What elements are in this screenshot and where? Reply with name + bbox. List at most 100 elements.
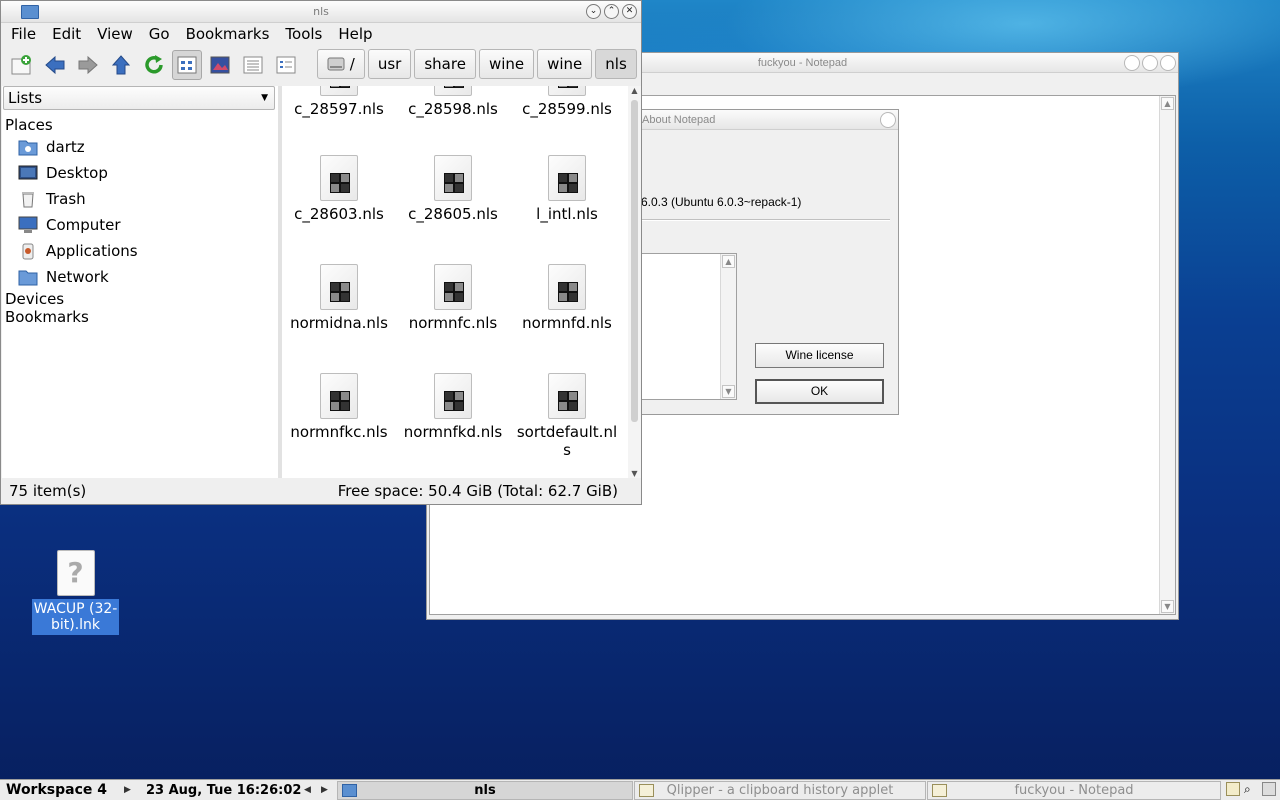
menu-view[interactable]: View (89, 24, 141, 44)
file-item[interactable]: c_28605.nls (396, 155, 510, 223)
thumbnail-view-icon[interactable] (205, 50, 235, 80)
about-separator (641, 219, 890, 221)
nls-file-icon (320, 373, 358, 419)
show-desktop-icon[interactable] (1262, 782, 1276, 796)
devices-header[interactable]: Devices (2, 290, 278, 308)
new-tab-icon[interactable] (7, 50, 37, 80)
menu-file[interactable]: File (3, 24, 44, 44)
place-network[interactable]: Network (2, 264, 278, 290)
file-item[interactable]: c_28599.nls (510, 86, 624, 118)
unknown-file-icon: ? (56, 550, 95, 596)
next-workspace-icon[interactable]: ▶ (124, 785, 131, 795)
file-item[interactable]: normnfkc.nls (282, 373, 396, 441)
file-item[interactable]: l_intl.nls (510, 155, 624, 223)
path-share-button[interactable]: share (414, 49, 476, 79)
path-nls-button[interactable]: nls (595, 49, 637, 79)
up-arrow-icon[interactable] (106, 50, 136, 80)
file-name: normnfkc.nls (290, 423, 388, 441)
status-bar: 75 item(s) Free space: 50.4 GiB (Total: … (2, 479, 641, 503)
file-manager-window[interactable]: nls ⌄ ⌃ ✕ File Edit View Go Bookmarks To… (0, 0, 642, 505)
search-icon[interactable]: ⌕ (1244, 782, 1251, 797)
task-notepad[interactable]: fuckyou - Notepad (927, 781, 1221, 800)
forward-arrow-icon[interactable] (73, 50, 103, 80)
clipboard-tray-icon[interactable] (1226, 782, 1240, 796)
wine-license-button[interactable]: Wine license (755, 343, 884, 368)
notepad-close-button[interactable] (1160, 55, 1176, 71)
desktop-shortcut[interactable]: ? WACUP (32-bit).lnk (32, 550, 119, 635)
scroll-up-icon[interactable]: ▲ (1161, 97, 1174, 110)
file-name: c_28603.nls (294, 205, 384, 223)
file-item[interactable]: normnfd.nls (510, 264, 624, 332)
scroll-down-icon[interactable]: ▼ (628, 469, 641, 478)
menu-help[interactable]: Help (330, 24, 380, 44)
scroll-up-icon[interactable]: ▲ (628, 86, 641, 95)
menu-go[interactable]: Go (141, 24, 178, 44)
notepad-scrollbar[interactable]: ▲ ▼ (1159, 96, 1175, 614)
file-name: c_28597.nls (294, 100, 384, 118)
nls-file-icon (434, 86, 472, 96)
folder-icon (21, 5, 39, 19)
places-header[interactable]: Places (2, 116, 278, 134)
minimize-button[interactable]: ⌄ (586, 4, 601, 19)
file-name: l_intl.nls (536, 205, 598, 223)
place-desktop[interactable]: Desktop (2, 160, 278, 186)
file-item[interactable]: normnfkd.nls (396, 373, 510, 441)
path-usr-button[interactable]: usr (367, 49, 412, 79)
menubar: File Edit View Go Bookmarks Tools Help (1, 24, 641, 44)
file-name: normnfkd.nls (403, 423, 503, 441)
about-list-scrollbar[interactable]: ▲ ▼ (720, 254, 736, 399)
place-home[interactable]: dartz (2, 134, 278, 160)
file-view-scrollbar[interactable]: ▲ ▼ (628, 86, 641, 478)
file-item[interactable]: normidna.nls (282, 264, 396, 332)
file-item[interactable]: c_28597.nls (282, 86, 396, 118)
side-pane-mode-label: Lists (8, 89, 43, 107)
file-item[interactable]: c_28598.nls (396, 86, 510, 118)
path-root-button[interactable]: / (317, 49, 365, 79)
maximize-button[interactable]: ⌃ (604, 4, 619, 19)
nls-file-icon (434, 373, 472, 419)
path-wine-button[interactable]: wine (478, 49, 535, 79)
bookmarks-header[interactable]: Bookmarks (2, 308, 278, 326)
file-view[interactable]: c_28597.nls c_28598.nls c_28599.nls c_28… (282, 86, 628, 478)
place-applications[interactable]: Applications (2, 238, 278, 264)
about-credits-list[interactable]: ▲ ▼ (641, 253, 737, 400)
chevron-down-icon: ▼ (261, 93, 268, 103)
prev-arrow-icon[interactable]: ◀ (304, 785, 311, 795)
notepad-window-buttons[interactable] (1124, 55, 1176, 71)
back-arrow-icon[interactable] (40, 50, 70, 80)
scroll-up-icon[interactable]: ▲ (722, 255, 735, 268)
ok-button[interactable]: OK (755, 379, 884, 404)
notepad-minimize-button[interactable] (1124, 55, 1140, 71)
icon-view-icon[interactable] (172, 50, 202, 80)
scrollbar-thumb[interactable] (631, 100, 638, 422)
about-close-button[interactable] (880, 112, 896, 128)
clock[interactable]: 23 Aug, Tue 16:26:02 (146, 783, 301, 798)
next-arrow-icon[interactable]: ▶ (321, 785, 328, 795)
menu-bookmarks[interactable]: Bookmarks (178, 24, 278, 44)
side-pane-mode-select[interactable]: Lists ▼ (3, 86, 275, 110)
file-item[interactable]: normnfc.nls (396, 264, 510, 332)
menu-tools[interactable]: Tools (277, 24, 330, 44)
path-bar: / usr share wine wine nls (317, 49, 637, 79)
place-trash[interactable]: Trash (2, 186, 278, 212)
task-label: Qlipper - a clipboard history applet (666, 783, 894, 798)
path-wine-2-button[interactable]: wine (537, 49, 593, 79)
scroll-down-icon[interactable]: ▼ (1161, 600, 1174, 613)
network-folder-icon (18, 270, 38, 286)
about-dialog[interactable]: About Notepad 6.0.3 (Ubuntu 6.0.3~repack… (600, 109, 899, 415)
file-item[interactable]: c_28603.nls (282, 155, 396, 223)
file-item[interactable]: sortdefault.nls (510, 373, 624, 459)
workspace-switcher[interactable]: Workspace 4 (6, 782, 107, 798)
applications-icon (22, 243, 34, 260)
place-computer[interactable]: Computer (2, 212, 278, 238)
scroll-down-icon[interactable]: ▼ (722, 385, 735, 398)
close-button[interactable]: ✕ (622, 4, 637, 19)
detailed-list-view-icon[interactable] (271, 50, 301, 80)
task-qlipper[interactable]: Qlipper - a clipboard history applet (634, 781, 926, 800)
compact-view-icon[interactable] (238, 50, 268, 80)
task-nls[interactable]: nls (337, 781, 633, 800)
file-manager-titlebar[interactable]: nls ⌄ ⌃ ✕ (1, 1, 641, 23)
notepad-maximize-button[interactable] (1142, 55, 1158, 71)
refresh-icon[interactable] (139, 50, 169, 80)
menu-edit[interactable]: Edit (44, 24, 89, 44)
